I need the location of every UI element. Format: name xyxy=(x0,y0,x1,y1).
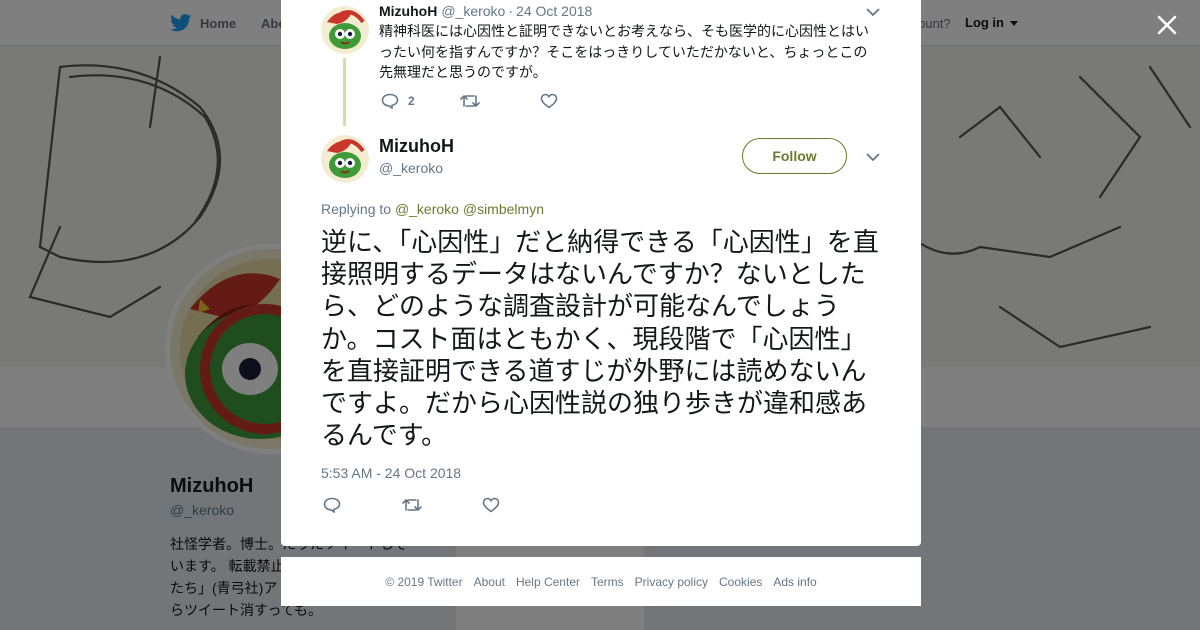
main-tweet-menu-button[interactable] xyxy=(865,150,881,164)
parent-tweet-date[interactable]: 24 Oct 2018 xyxy=(516,3,592,19)
chevron-down-icon xyxy=(866,153,880,162)
footer-privacy-link[interactable]: Privacy policy xyxy=(635,575,708,589)
replying-prefix: Replying to xyxy=(321,201,392,217)
parent-tweet-actions: 2 xyxy=(381,93,681,111)
close-icon xyxy=(1157,15,1177,35)
parent-tweet-avatar[interactable] xyxy=(321,6,369,54)
reply-icon xyxy=(381,93,399,109)
chevron-down-icon xyxy=(866,8,880,17)
modal-footer: © 2019 Twitter About Help Center Terms P… xyxy=(281,557,921,606)
reply-button[interactable] xyxy=(323,497,341,513)
footer-copyright: © 2019 Twitter xyxy=(385,574,463,589)
parent-tweet[interactable]: MizuhoH @_keroko · 24 Oct 2018 精神科医には心因性と証明… xyxy=(321,0,881,126)
footer-cookies-link[interactable]: Cookies xyxy=(719,575,762,589)
main-tweet-text: 逆に、「心因性」だと納得できる「心因性」を直接照明するデータはないんですか？ない… xyxy=(321,227,879,451)
reply-button[interactable]: 2 xyxy=(381,93,415,109)
replying-to-line: Replying to @_keroko @simbelmyn xyxy=(321,201,544,217)
mention-link[interactable]: @simbelmyn xyxy=(463,201,544,217)
like-button[interactable] xyxy=(540,93,558,109)
retweet-icon xyxy=(460,95,480,107)
parent-tweet-header: MizuhoH @_keroko · 24 Oct 2018 xyxy=(379,3,592,19)
main-tweet-name[interactable]: MizuhoH xyxy=(379,136,454,157)
parent-tweet-text: 精神科医には心因性と証明できないとお考えなら、そも医学的に心因性とはいったい何を… xyxy=(379,23,869,80)
main-tweet-avatar[interactable] xyxy=(321,135,369,183)
footer-ads-link[interactable]: Ads info xyxy=(773,575,816,589)
footer-about-link[interactable]: About xyxy=(474,575,505,589)
footer-terms-link[interactable]: Terms xyxy=(591,575,624,589)
main-tweet-handle[interactable]: @_keroko xyxy=(379,160,443,176)
header-separator: · xyxy=(508,3,514,19)
avatar-keroro-icon xyxy=(321,6,369,54)
parent-tweet-menu-button[interactable] xyxy=(865,5,881,19)
thread-connector-line xyxy=(343,58,346,126)
avatar-keroro-icon xyxy=(321,135,369,183)
like-icon xyxy=(540,93,558,109)
reply-count: 2 xyxy=(408,94,415,108)
follow-button[interactable]: Follow xyxy=(742,138,847,174)
retweet-button[interactable] xyxy=(402,497,422,513)
retweet-icon xyxy=(402,499,422,511)
like-icon xyxy=(482,497,500,513)
like-button[interactable] xyxy=(482,497,500,513)
parent-tweet-name[interactable]: MizuhoH xyxy=(379,3,437,19)
main-tweet-timestamp[interactable]: 5:53 AM - 24 Oct 2018 xyxy=(321,465,461,481)
tweet-modal: MizuhoH @_keroko · 24 Oct 2018 精神科医には心因性と証明… xyxy=(281,0,921,546)
footer-help-link[interactable]: Help Center xyxy=(516,575,580,589)
main-tweet-actions xyxy=(323,497,623,515)
parent-tweet-handle[interactable]: @_keroko xyxy=(441,3,505,19)
reply-icon xyxy=(323,497,341,513)
mention-link[interactable]: @_keroko xyxy=(395,201,459,217)
close-button[interactable] xyxy=(1153,11,1181,39)
retweet-button[interactable] xyxy=(460,93,480,109)
